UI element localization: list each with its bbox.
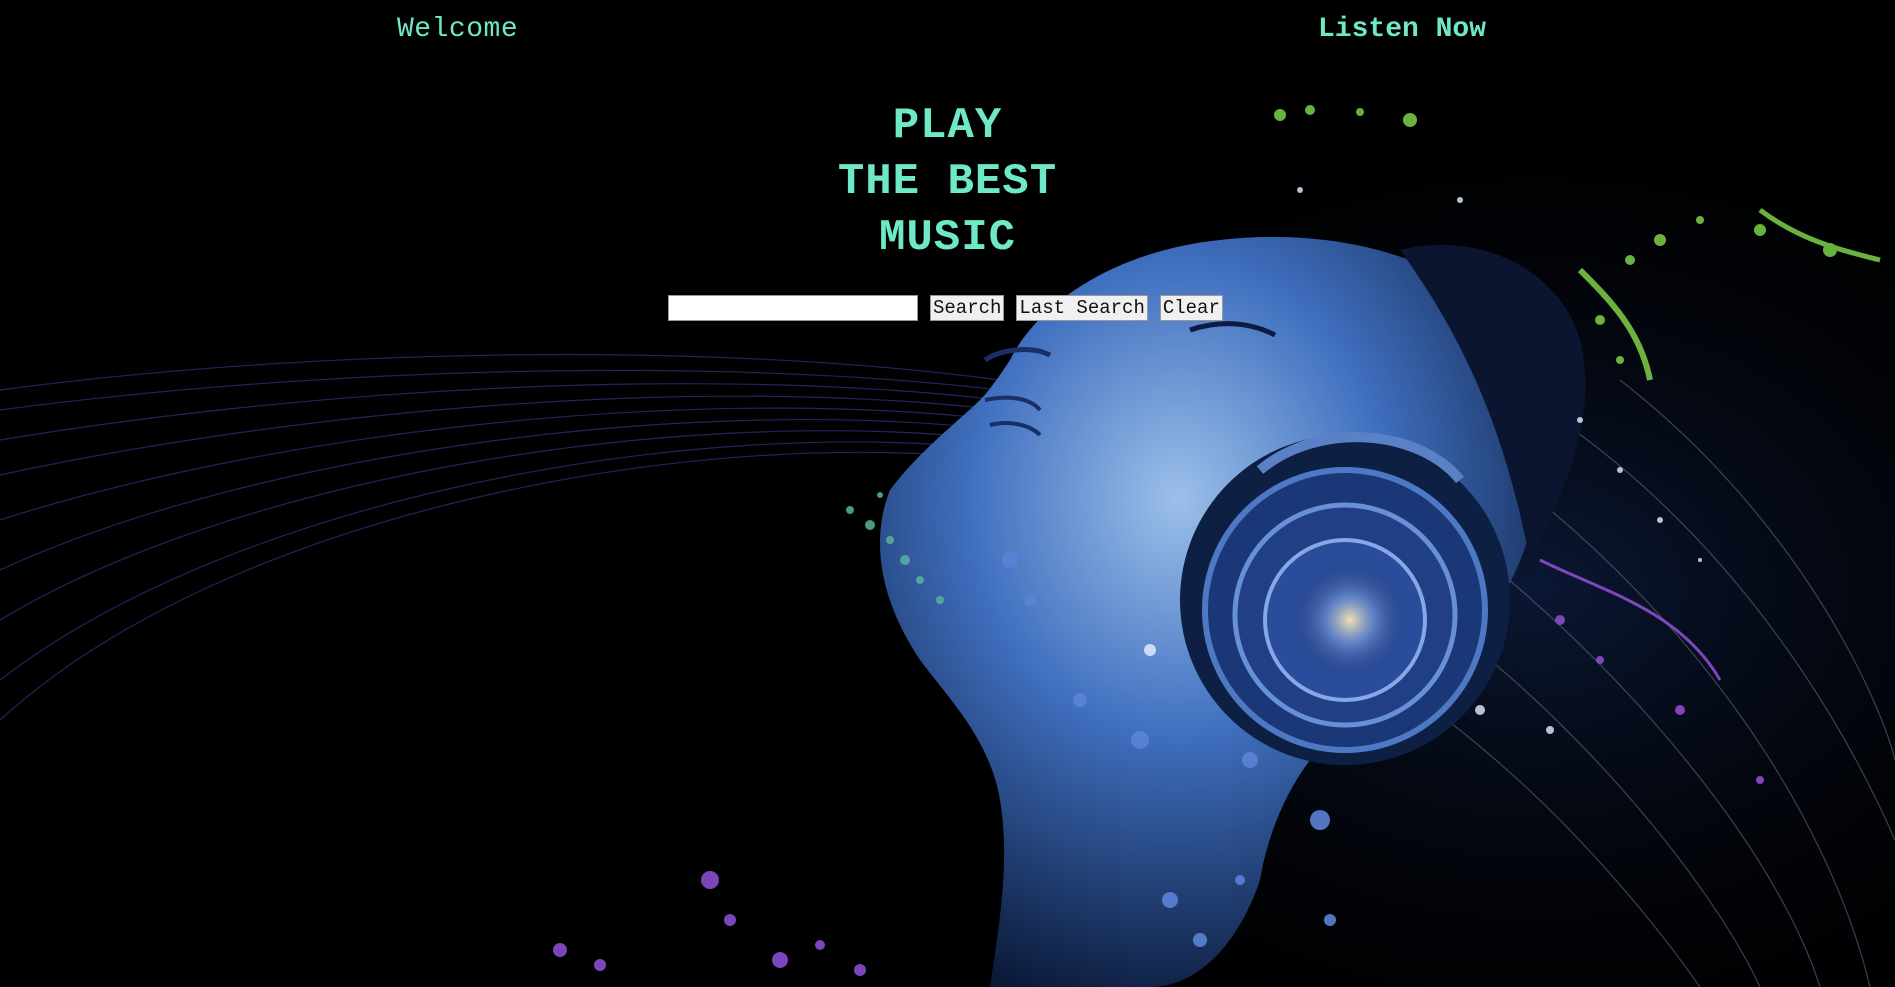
nav-welcome-link[interactable]: Welcome <box>397 14 518 45</box>
search-button[interactable]: Search <box>930 295 1005 321</box>
clear-button[interactable]: Clear <box>1159 295 1223 321</box>
hero-line-music: MUSIC <box>878 213 1017 263</box>
search-input[interactable] <box>668 295 918 321</box>
nav-listen-now-link[interactable]: Listen Now <box>1318 14 1486 45</box>
search-bar: Search Last Search Clear <box>668 295 1223 321</box>
hero-heading: PLAY THE BEST MUSIC <box>0 98 1895 266</box>
top-nav: Welcome Listen Now <box>0 0 1895 64</box>
last-search-button[interactable]: Last Search <box>1016 295 1148 321</box>
hero-line-the-best: THE BEST <box>837 157 1058 207</box>
hero-line-play: PLAY <box>892 101 1003 151</box>
